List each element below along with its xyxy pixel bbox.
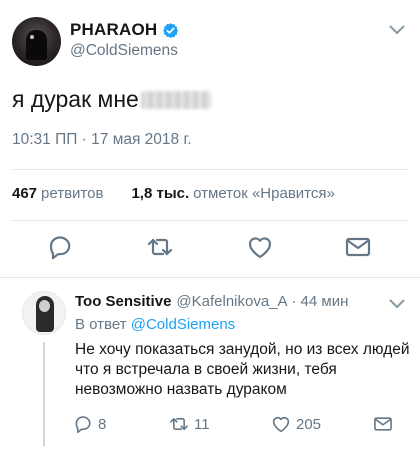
reply-icon — [49, 236, 71, 260]
avatar-highlight — [30, 35, 34, 39]
reply-tweet: Too Sensitive @Kafelnikova_A · 44 мин В … — [0, 278, 420, 449]
avatar-face — [39, 300, 50, 312]
retweet-button[interactable] — [145, 232, 175, 262]
reply-dm-button[interactable] — [372, 412, 398, 436]
blurred-word — [140, 90, 211, 109]
tweet-stats: 467 ретвитов 1,8 тыс. отметок «Нравится» — [12, 185, 335, 202]
reply-text: Не хочу показаться занудой, но из всех л… — [75, 341, 410, 398]
separator-dot: · — [291, 293, 297, 310]
direct-message-icon — [374, 417, 392, 431]
reply-button[interactable] — [45, 232, 75, 262]
tweet-timestamp[interactable]: 10:31 ПП · 17 мая 2018 г. — [12, 131, 192, 149]
reply-like-button[interactable]: 205 — [270, 412, 321, 436]
reply-author-name[interactable]: Too Sensitive — [75, 293, 171, 310]
direct-message-icon — [345, 237, 371, 257]
reply-header: Too Sensitive @Kafelnikova_A · 44 мин — [75, 293, 348, 310]
verified-badge-icon — [163, 22, 179, 38]
like-heart-icon — [272, 416, 290, 433]
author-handle[interactable]: @ColdSiemens — [70, 42, 178, 60]
reply-count: 8 — [98, 415, 107, 433]
reply-to-prefix: В ответ — [75, 316, 127, 333]
reply-retweet-button[interactable]: 11 — [168, 412, 210, 436]
reply-author-handle[interactable]: @Kafelnikova_A — [176, 293, 287, 310]
retweet-icon — [170, 418, 188, 430]
avatar-figure — [26, 30, 47, 60]
retweet-icon — [147, 238, 173, 256]
like-count: 205 — [296, 415, 322, 433]
reply-author-avatar[interactable] — [22, 291, 66, 335]
retweet-count: 11 — [194, 415, 210, 433]
author-name[interactable]: PHARAOH — [70, 20, 157, 40]
chevron-down-icon[interactable] — [389, 299, 405, 309]
like-button[interactable] — [245, 232, 275, 262]
tweet-text: я дурак мне — [12, 86, 211, 113]
likes-stat[interactable]: 1,8 тыс. отметок «Нравится» — [131, 185, 334, 202]
author-name-row: PHARAOH — [70, 20, 179, 40]
reply-time[interactable]: 44 мин — [301, 293, 349, 310]
divider — [12, 220, 408, 221]
retweets-stat[interactable]: 467 ретвитов — [12, 185, 103, 202]
reply-reply-button[interactable]: 8 — [72, 412, 106, 436]
reply-icon — [75, 416, 91, 434]
tweet-text-content: я дурак мне — [12, 86, 139, 112]
main-tweet: PHARAOH @ColdSiemens я дурак мне 10:31 П… — [0, 0, 420, 274]
chevron-down-icon[interactable] — [389, 25, 405, 35]
reply-to-line: В ответ @ColdSiemens — [75, 316, 235, 333]
divider — [12, 169, 408, 170]
author-avatar[interactable] — [12, 17, 61, 66]
tweet-actions — [0, 232, 420, 262]
like-heart-icon — [248, 237, 272, 259]
reply-actions: 8 11 205 — [0, 412, 420, 436]
reply-to-handle[interactable]: @ColdSiemens — [131, 316, 235, 333]
direct-message-button[interactable] — [343, 232, 373, 262]
